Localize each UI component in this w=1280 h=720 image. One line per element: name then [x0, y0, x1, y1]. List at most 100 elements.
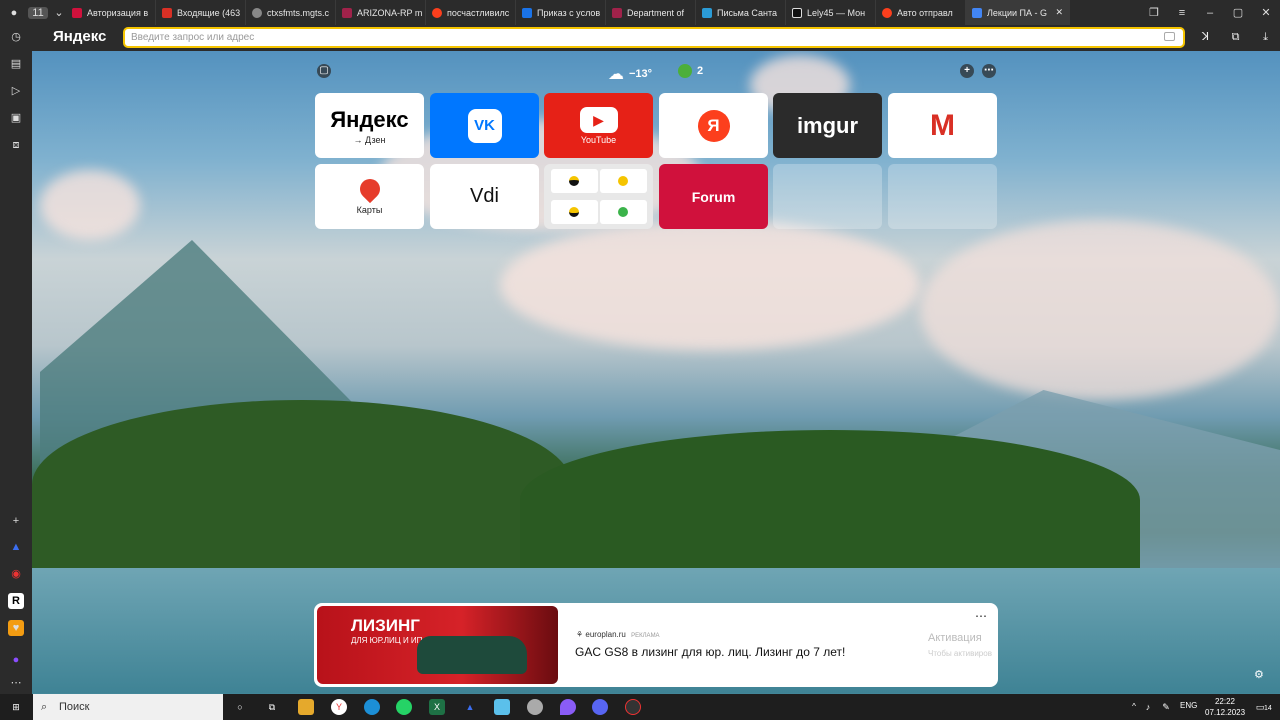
alice-icon[interactable]: ● — [8, 652, 24, 668]
tab-counter-icon[interactable]: ▣ — [8, 110, 24, 126]
tile-yandex[interactable]: Яндекс → Дзен — [315, 93, 424, 158]
extensions-icon[interactable]: ⧉ — [1228, 30, 1243, 45]
ad-image[interactable]: ЛИЗИНГ ДЛЯ ЮР.ЛИЦ И ИП — [317, 606, 558, 684]
youtube-logo-icon: ▶ — [579, 106, 618, 133]
tab[interactable]: ctxsfmts.mgts.c — [246, 0, 336, 25]
screenshot-icon[interactable]: ⧈ — [8, 137, 24, 153]
maximize-icon[interactable]: ▢ — [1224, 6, 1252, 19]
tile-empty[interactable] — [888, 164, 997, 229]
market-icon[interactable]: ♥ — [8, 620, 24, 636]
yandex-browser-icon[interactable]: Y — [331, 699, 347, 715]
add-tile-button[interactable]: + — [960, 64, 974, 78]
tab[interactable]: Авторизация в — [66, 0, 156, 25]
notification-badge: 14 — [1264, 705, 1272, 712]
tab[interactable]: посчастливилс — [426, 0, 516, 25]
tab-active[interactable]: Лекции ПА - G ✕ — [966, 0, 1070, 25]
windows-start-icon[interactable]: ⊞ — [8, 699, 24, 715]
mini-tile[interactable] — [550, 169, 598, 194]
multitask-icon[interactable]: ⧉ — [264, 699, 280, 715]
play-icon[interactable]: ▷ — [8, 83, 24, 99]
window-controls: ❐ ≡ – ▢ ✕ — [1140, 0, 1280, 25]
tile-yandex-ya[interactable]: Я — [659, 93, 768, 158]
profile-icon[interactable]: ● — [0, 7, 28, 19]
ad-text[interactable]: GAC GS8 в лизинг для юр. лиц. Лизинг до … — [575, 645, 845, 659]
globe-icon[interactable] — [527, 699, 543, 715]
tile-vdi[interactable]: Vdi — [430, 164, 539, 229]
whatsapp-icon[interactable] — [396, 699, 412, 715]
weather-widget[interactable]: ☁ −13° — [608, 64, 652, 84]
camera-icon[interactable] — [1164, 32, 1175, 41]
discord-icon[interactable] — [592, 699, 608, 715]
tab[interactable]: Приказ с услов — [516, 0, 606, 25]
search-input[interactable]: Введите запрос или адрес — [123, 27, 1185, 48]
tile-empty[interactable] — [773, 164, 882, 229]
tab-title: Авто отправл — [897, 7, 953, 18]
history-icon[interactable]: ◷ — [8, 29, 24, 45]
car-image — [417, 636, 527, 674]
file-explorer-icon[interactable] — [298, 699, 314, 715]
taskbar-search-label: Поиск — [59, 701, 90, 713]
ad-image-title: ЛИЗИНГ — [351, 616, 420, 635]
minimize-icon[interactable]: – — [1196, 7, 1224, 19]
app-icon[interactable] — [494, 699, 510, 715]
window-close-icon[interactable]: ✕ — [1252, 6, 1280, 19]
app-icon — [569, 206, 579, 217]
tile-youtube[interactable]: ▶ YouTube — [544, 93, 653, 158]
tab[interactable]: Письма Санта — [696, 0, 786, 25]
tab[interactable]: ARIZONA-RP m — [336, 0, 426, 25]
vk-icon[interactable]: ꓘ — [1198, 30, 1213, 45]
app-icon[interactable] — [625, 699, 641, 715]
tile-title: imgur — [796, 112, 859, 138]
mini-tile[interactable] — [599, 169, 647, 194]
tile-gmail[interactable]: M — [888, 93, 997, 158]
app-icon[interactable]: ▲ — [8, 539, 24, 555]
settings-icon[interactable]: ⚙ — [1254, 668, 1264, 681]
notifications-count: 2 — [697, 65, 704, 77]
collections-icon[interactable]: ▤ — [8, 56, 24, 72]
task-view-icon[interactable]: ○ — [232, 699, 248, 715]
drop-icon[interactable] — [560, 699, 576, 715]
microphone-icon[interactable]: ♪ — [1140, 699, 1156, 715]
ad-domain[interactable]: europlan.ru — [585, 630, 625, 639]
notifications-widget[interactable]: 2 — [678, 64, 703, 78]
excel-icon[interactable]: X — [429, 699, 445, 715]
tab-counter[interactable]: 11 — [28, 6, 48, 19]
tab[interactable]: Lely45 — Мон — [786, 0, 876, 25]
tile-forum[interactable]: Forum — [659, 164, 768, 229]
tab[interactable]: Department of — [606, 0, 696, 25]
tab-favicon — [882, 7, 892, 18]
language-indicator[interactable]: ENG — [1180, 701, 1197, 710]
tab-favicon — [702, 7, 712, 18]
tab-title: Письма Санта — [717, 7, 777, 18]
mini-tile[interactable] — [550, 199, 598, 224]
menu-icon[interactable]: ≡ — [1168, 7, 1196, 19]
add-icon[interactable]: + — [8, 513, 24, 529]
mini-tile[interactable] — [599, 199, 647, 224]
ad-menu-icon[interactable]: ⋯ — [975, 609, 987, 623]
tab-favicon — [432, 7, 442, 18]
tile-imgur[interactable]: imgur — [773, 93, 882, 158]
clock[interactable]: 22:22 07.12.2023 — [1205, 696, 1245, 718]
r-app-icon[interactable]: R — [8, 593, 24, 609]
tile-group[interactable] — [544, 164, 653, 229]
lifebuoy-icon[interactable]: ◉ — [8, 566, 24, 582]
close-icon[interactable]: ✕ — [1055, 7, 1063, 18]
download-icon[interactable]: ⤓ — [1258, 30, 1273, 45]
tile-vk[interactable]: VK — [430, 93, 539, 158]
edge-icon[interactable] — [364, 699, 380, 715]
tab[interactable]: Входящие (463 — [156, 0, 246, 25]
bookmarks-icon[interactable]: ❐ — [1140, 6, 1168, 19]
ad-banner[interactable]: ЛИЗИНГ ДЛЯ ЮР.ЛИЦ И ИП ⚘ europlan.ru РЕК… — [314, 603, 998, 687]
tab[interactable]: Авто отправл — [876, 0, 966, 25]
gallery-button[interactable]: ▢ — [317, 64, 331, 78]
chevron-down-icon[interactable]: ⌄ — [52, 6, 66, 19]
app-icon[interactable]: ▲ — [462, 699, 478, 715]
map-pin-icon — [355, 174, 384, 203]
more-icon[interactable]: ⋯ — [8, 675, 24, 691]
tile-maps[interactable]: Карты — [315, 164, 424, 229]
tiles-menu-button[interactable]: ⋯ — [982, 64, 996, 78]
search-placeholder: Введите запрос или адрес — [131, 32, 255, 43]
pen-icon[interactable]: ✎ — [1158, 699, 1174, 715]
sidebar: ◷ ▤ ▷ ▣ ⧈ + ▲ ◉ R ♥ ● ⋯ — [0, 25, 32, 695]
taskbar-search[interactable]: ⌕ Поиск — [33, 694, 223, 720]
